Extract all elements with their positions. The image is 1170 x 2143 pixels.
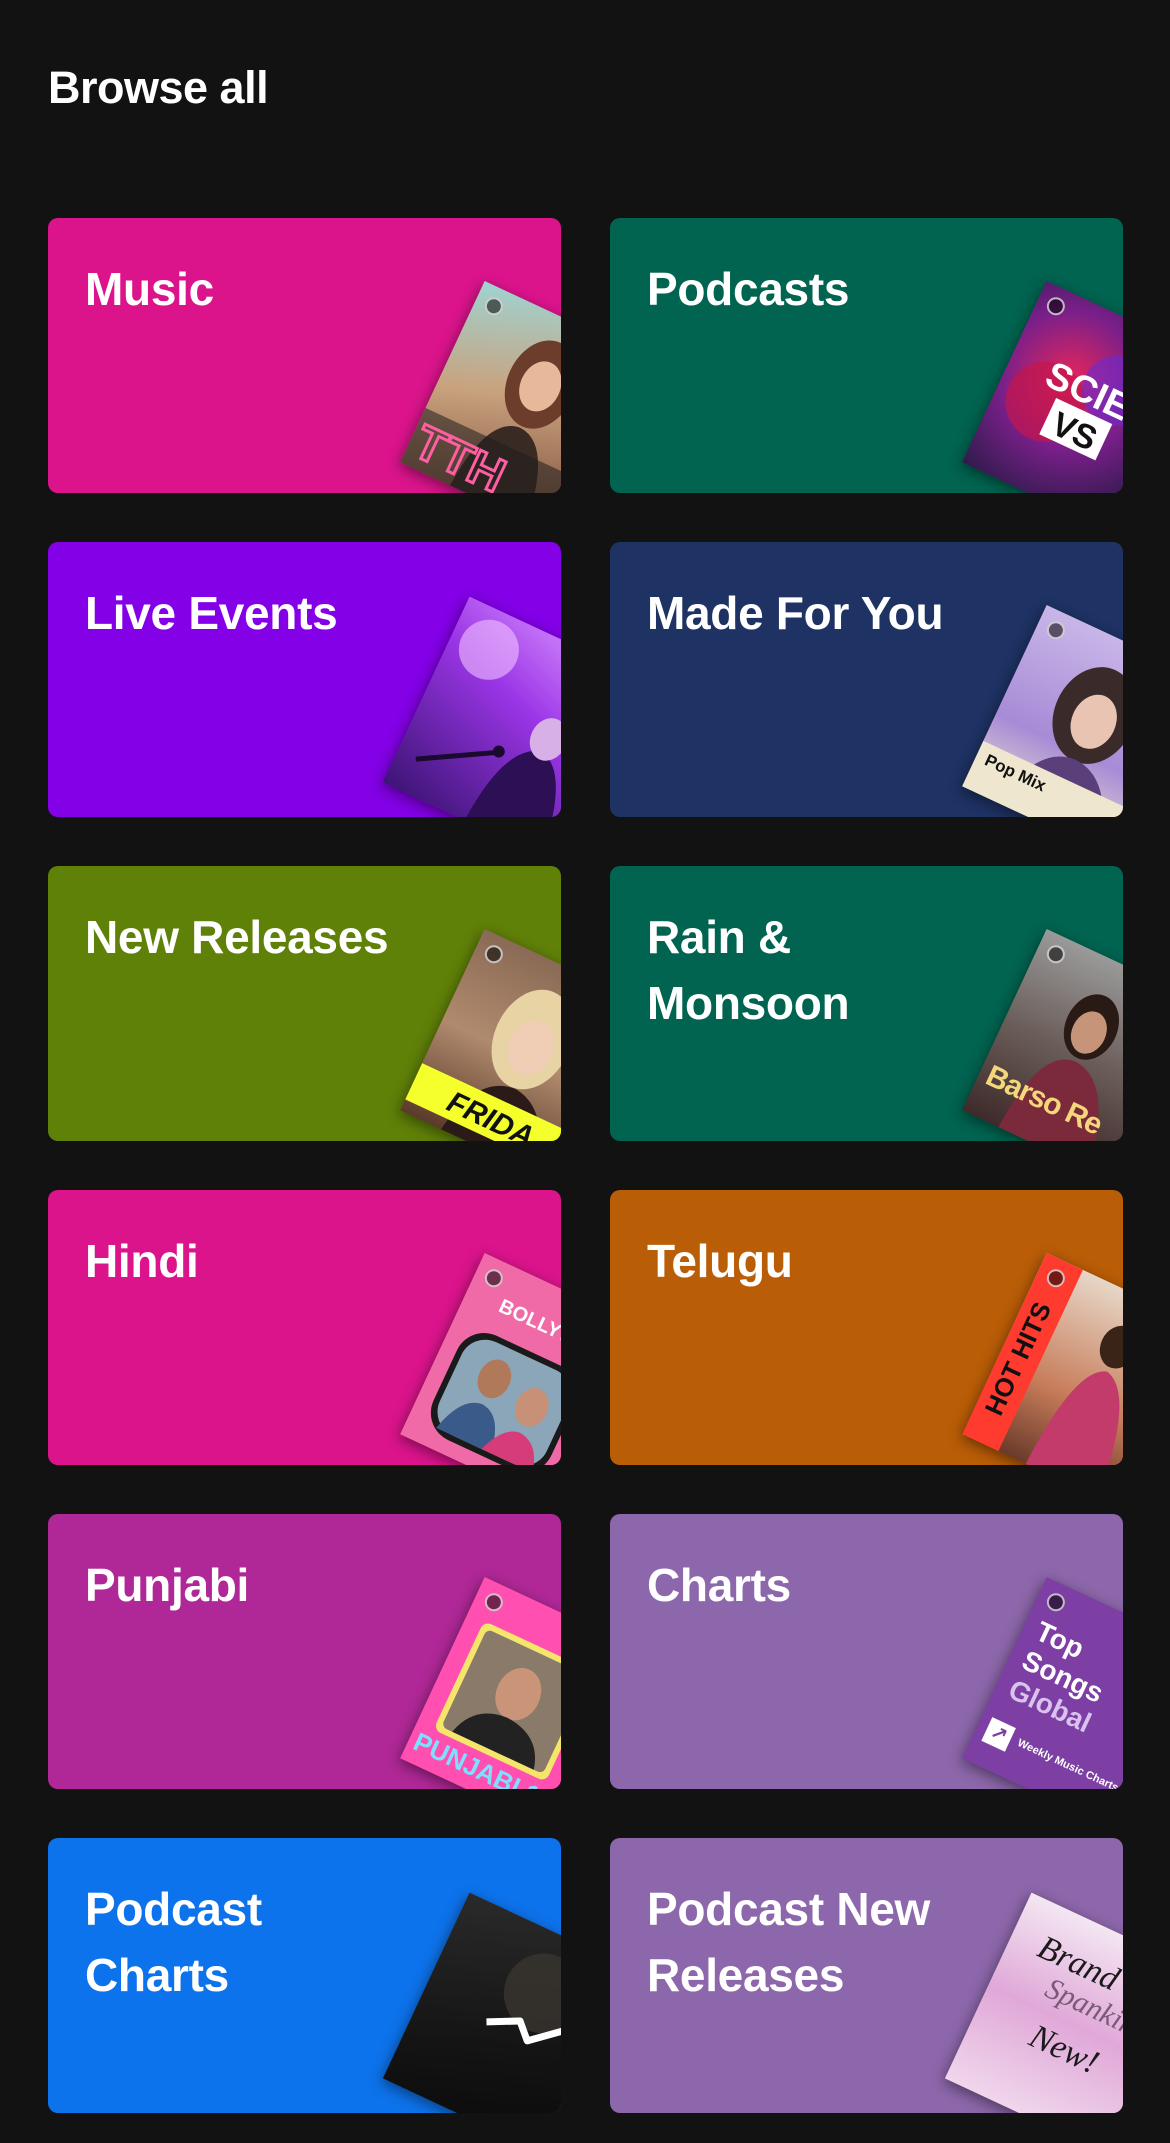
category-card-title: Made For You (647, 587, 944, 639)
category-card-title: Hindi (85, 1235, 199, 1287)
category-card-title: New Releases (85, 911, 389, 963)
rain-monsoon-cover-art: Barso Re (962, 928, 1123, 1141)
category-card-new-releases[interactable]: New Releases FRIDA (48, 866, 561, 1141)
podcasts-cover-art: SCIEN VS (962, 280, 1123, 493)
category-grid: Music TTH Podcasts SCIEN VS Live Events … (48, 218, 1123, 2113)
chart-arrow-icon: ↗ (981, 1717, 1016, 1752)
cover-art-label: New! (1023, 2017, 1105, 2082)
category-card-telugu[interactable]: Telugu HOT HITS (610, 1190, 1123, 1465)
hindi-cover-art: BOLLYWOOD (400, 1252, 561, 1465)
category-card-hindi[interactable]: Hindi BOLLYWOOD (48, 1190, 561, 1465)
category-card-title: Punjabi (85, 1559, 250, 1611)
category-card-rain-monsoon[interactable]: Rain & Monsoon Barso Re (610, 866, 1123, 1141)
category-card-made-for-you[interactable]: Made For You Pop Mix (610, 542, 1123, 817)
category-card-title: Rain & Monsoon (647, 911, 850, 1029)
category-card-title: Podcast New Releases (647, 1883, 931, 2001)
page-title: Browse all (48, 62, 269, 113)
category-card-charts[interactable]: Charts Top Songs Global ↗ Weekly Music C… (610, 1514, 1123, 1789)
telugu-cover-art: HOT HITS (962, 1252, 1123, 1465)
category-card-podcasts[interactable]: Podcasts SCIEN VS (610, 218, 1123, 493)
category-card-punjabi[interactable]: Punjabi PUNJABI 101 (48, 1514, 561, 1789)
category-card-title: Charts (647, 1559, 791, 1611)
category-card-title: Telugu (647, 1235, 793, 1287)
punjabi-cover-art: PUNJABI 101 (400, 1576, 561, 1789)
category-card-title: Podcasts (647, 263, 850, 315)
category-card-title: Podcast Charts (85, 1883, 262, 2001)
spotify-logo-icon (1043, 1590, 1068, 1615)
new-releases-cover-art: FRIDA (400, 928, 561, 1141)
category-card-title: Music (85, 263, 214, 315)
category-card-title: Live Events (85, 587, 338, 639)
made-for-you-cover-art: Pop Mix (962, 604, 1123, 817)
category-card-podcast-new-releases[interactable]: Podcast New Releases Brand Spanking New! (610, 1838, 1123, 2113)
category-card-music[interactable]: Music TTH (48, 218, 561, 493)
category-card-live-events[interactable]: Live Events (48, 542, 561, 817)
browse-page: Browse all Music TTH Podcasts SCIEN VS L… (0, 0, 1170, 2143)
charts-cover-art: Top Songs Global ↗ Weekly Music Charts (962, 1576, 1123, 1789)
cover-art-label: Weekly Music Charts (1015, 1736, 1121, 1789)
category-card-podcast-charts[interactable]: Podcast Charts (48, 1838, 561, 2113)
music-cover-art: TTH (400, 280, 561, 493)
